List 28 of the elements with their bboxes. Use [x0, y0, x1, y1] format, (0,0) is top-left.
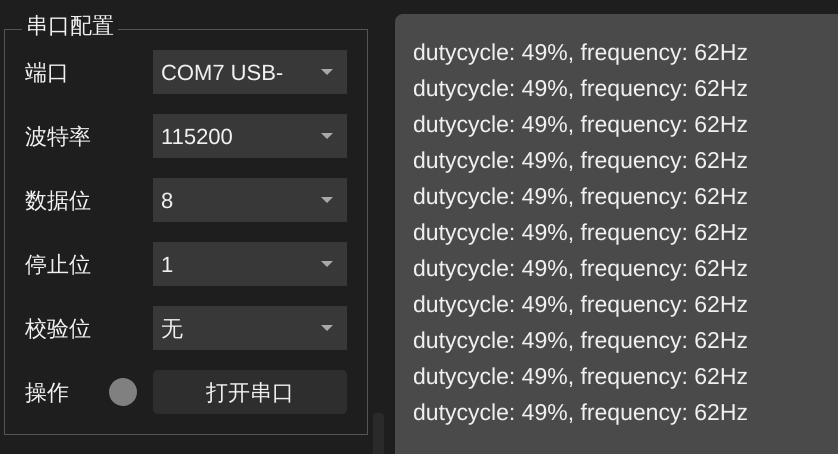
log-line: dutycycle: 49%, frequency: 62Hz	[413, 362, 749, 391]
log-line: dutycycle: 49%, frequency: 62Hz	[413, 38, 749, 67]
dropdown[interactable]: 115200	[153, 114, 347, 158]
field-label: 波特率	[25, 122, 92, 150]
field-label: 校验位	[25, 314, 92, 342]
log-line: dutycycle: 49%, frequency: 62Hz	[413, 182, 749, 211]
log-line: dutycycle: 49%, frequency: 62Hz	[413, 146, 749, 175]
field-label: 操作	[25, 378, 70, 406]
log-line: dutycycle: 49%, frequency: 62Hz	[413, 290, 749, 319]
dropdown[interactable]: 无	[153, 306, 347, 350]
field-label: 端口	[25, 58, 70, 86]
log-line: dutycycle: 49%, frequency: 62Hz	[413, 74, 749, 103]
dropdown[interactable]: COM7 USB-	[153, 50, 347, 94]
field-label: 停止位	[25, 250, 92, 278]
log-line: dutycycle: 49%, frequency: 62Hz	[413, 326, 749, 355]
log-line: dutycycle: 49%, frequency: 62Hz	[413, 398, 749, 427]
caret-icon	[321, 197, 333, 203]
log-line: dutycycle: 49%, frequency: 62Hz	[413, 218, 749, 247]
caret-icon	[321, 325, 333, 331]
field-label: 数据位	[25, 186, 92, 214]
open-port-button[interactable]: 打开串口	[153, 370, 347, 414]
log-line: dutycycle: 49%, frequency: 62Hz	[413, 254, 749, 283]
caret-icon	[321, 69, 333, 75]
dropdown[interactable]: 1	[153, 242, 347, 286]
dropdown[interactable]: 8	[153, 178, 347, 222]
log-line: dutycycle: 49%, frequency: 62Hz	[413, 110, 749, 139]
caret-icon	[321, 261, 333, 267]
caret-icon	[321, 133, 333, 139]
